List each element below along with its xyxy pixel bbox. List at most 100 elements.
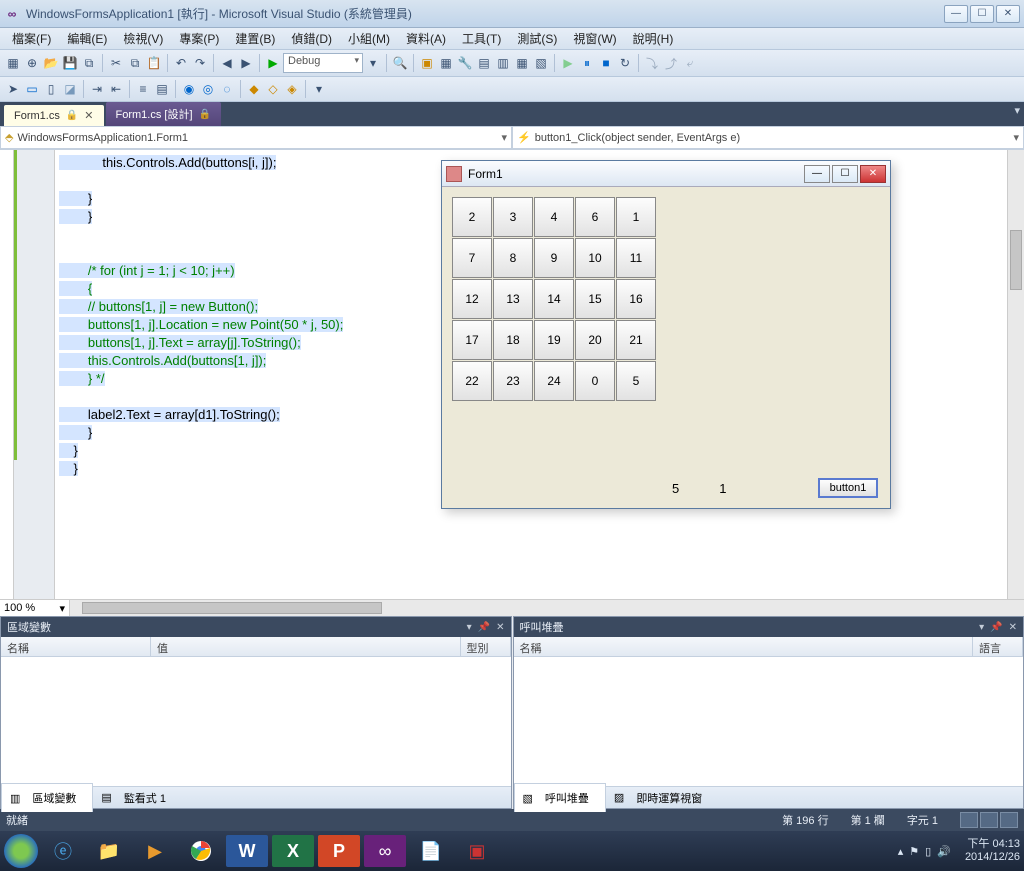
grid-button[interactable]: 18 — [493, 320, 533, 360]
close-icon[interactable]: ✕ — [84, 109, 93, 122]
minimize-button[interactable]: — — [944, 5, 968, 23]
menu-help[interactable]: 說明(H) — [625, 28, 682, 49]
taskbar-chrome[interactable] — [180, 835, 222, 867]
status-icon-3[interactable] — [1000, 812, 1018, 828]
system-tray[interactable]: ▴ ⚑ ▯ 🔊 下午 04:13 2014/12/26 — [898, 838, 1020, 864]
blue-icon-2[interactable]: ◎ — [199, 80, 217, 98]
config-dropdown[interactable]: Debug — [283, 53, 363, 73]
status-icon-1[interactable] — [960, 812, 978, 828]
pin-icon[interactable]: 📌 — [478, 622, 490, 633]
step-over-icon[interactable]: ⤴ — [662, 54, 680, 72]
solution-icon[interactable]: ▣ — [418, 54, 436, 72]
step-out-icon[interactable]: ⤶ — [681, 54, 699, 72]
form-maximize-button[interactable]: ☐ — [832, 165, 858, 183]
error-list-icon[interactable]: ▦ — [513, 54, 531, 72]
grid-button[interactable]: 8 — [493, 238, 533, 278]
tray-volume-icon[interactable]: 🔊 — [937, 845, 951, 858]
grid-button[interactable]: 4 — [534, 197, 574, 237]
new-project-icon[interactable]: ▦ — [4, 54, 22, 72]
taskbar-app[interactable]: ▣ — [456, 835, 498, 867]
open-icon[interactable]: 📂 — [42, 54, 60, 72]
tab-overflow[interactable]: ▾ — [1014, 104, 1020, 117]
maximize-button[interactable]: ☐ — [970, 5, 994, 23]
menu-view[interactable]: 檢視(V) — [115, 28, 171, 49]
button1[interactable]: button1 — [818, 478, 878, 498]
bookmark-icon[interactable]: ◪ — [61, 80, 79, 98]
taskbar-notepad[interactable]: 📄 — [410, 835, 452, 867]
col-type[interactable]: 型別 — [461, 637, 511, 656]
grid-button[interactable]: 5 — [616, 361, 656, 401]
menu-tools[interactable]: 工具(T) — [454, 28, 509, 49]
task-list-icon[interactable]: ▧ — [532, 54, 550, 72]
taskbar-word[interactable]: W — [226, 835, 268, 867]
output-icon[interactable]: ▥ — [494, 54, 512, 72]
tab-callstack[interactable]: ▧ 呼叫堆疊 — [514, 783, 606, 812]
grid-button[interactable]: 9 — [534, 238, 574, 278]
pin-icon[interactable]: 🔒 — [199, 109, 211, 120]
pointer-icon[interactable]: ➤ — [4, 80, 22, 98]
grid-button[interactable]: 1 — [616, 197, 656, 237]
class-dropdown[interactable]: ⬘ WindowsFormsApplication1.Form1 — [0, 126, 512, 149]
extra-icon[interactable]: ▾ — [310, 80, 328, 98]
grid-button[interactable]: 15 — [575, 279, 615, 319]
tray-network-icon[interactable]: ▯ — [925, 845, 931, 858]
taskbar-visualstudio[interactable]: ∞ — [364, 835, 406, 867]
grid-button[interactable]: 6 — [575, 197, 615, 237]
grid-button[interactable]: 23 — [493, 361, 533, 401]
tab-immediate[interactable]: ▨ 即時運算視窗 — [606, 784, 718, 812]
menu-team[interactable]: 小組(M) — [340, 28, 398, 49]
panel-body[interactable] — [514, 657, 1024, 786]
orange-icon-1[interactable]: ◆ — [245, 80, 263, 98]
method-dropdown[interactable]: ⚡ button1_Click(object sender, EventArgs… — [512, 126, 1024, 149]
copy-icon[interactable]: ⧉ — [126, 54, 144, 72]
comment-icon[interactable]: ▭ — [23, 80, 41, 98]
platform-icon[interactable]: ▾ — [364, 54, 382, 72]
grid-button[interactable]: 16 — [616, 279, 656, 319]
grid-button[interactable]: 11 — [616, 238, 656, 278]
taskbar-explorer[interactable]: 📁 — [88, 835, 130, 867]
grid-button[interactable]: 17 — [452, 320, 492, 360]
blue-icon-3[interactable]: ◌ — [218, 80, 236, 98]
panel-header[interactable]: 呼叫堆疊 ▾ 📌 ✕ — [514, 617, 1024, 637]
form-titlebar[interactable]: Form1 — ☐ ✕ — [442, 161, 890, 187]
grid-button[interactable]: 10 — [575, 238, 615, 278]
find-icon[interactable]: 🔍 — [391, 54, 409, 72]
taskbar-excel[interactable]: X — [272, 835, 314, 867]
menu-window[interactable]: 視窗(W) — [565, 28, 624, 49]
tray-flag-icon[interactable]: ⚑ — [909, 845, 919, 858]
col-value[interactable]: 值 — [151, 637, 461, 656]
taskbar-mediaplayer[interactable]: ▶ — [134, 835, 176, 867]
grid-button[interactable]: 2 — [452, 197, 492, 237]
orange-icon-3[interactable]: ◈ — [283, 80, 301, 98]
pin-icon[interactable]: 📌 — [990, 622, 1002, 633]
nav-back-icon[interactable]: ◀ — [218, 54, 236, 72]
restart-icon[interactable]: ↻ — [616, 54, 634, 72]
taskbar-clock[interactable]: 下午 04:13 2014/12/26 — [965, 838, 1020, 864]
stop-icon[interactable]: ■ — [597, 54, 615, 72]
blue-icon-1[interactable]: ◉ — [180, 80, 198, 98]
grid-button[interactable]: 0 — [575, 361, 615, 401]
grid-button[interactable]: 12 — [452, 279, 492, 319]
menu-build[interactable]: 建置(B) — [227, 28, 283, 49]
add-item-icon[interactable]: ⊕ — [23, 54, 41, 72]
taskbar-powerpoint[interactable]: P — [318, 835, 360, 867]
start-icon[interactable]: ▶ — [264, 54, 282, 72]
grid-button[interactable]: 13 — [493, 279, 533, 319]
menu-project[interactable]: 專案(P) — [171, 28, 227, 49]
menu-file[interactable]: 檔案(F) — [4, 28, 59, 49]
col-name[interactable]: 名稱 — [514, 637, 974, 656]
menu-test[interactable]: 測試(S) — [509, 28, 565, 49]
taskbar-ie[interactable]: ⓔ — [42, 835, 84, 867]
grid-button[interactable]: 19 — [534, 320, 574, 360]
grid-button[interactable]: 21 — [616, 320, 656, 360]
grid-button[interactable]: 7 — [452, 238, 492, 278]
dropdown-icon[interactable]: ▾ — [467, 622, 472, 633]
close-icon[interactable]: ✕ — [1009, 622, 1017, 633]
form-minimize-button[interactable]: — — [804, 165, 830, 183]
tab-form1-design[interactable]: Form1.cs [設計] 🔒 — [106, 102, 221, 126]
redo-icon[interactable]: ↷ — [191, 54, 209, 72]
close-icon[interactable]: ✕ — [496, 622, 504, 633]
save-all-icon[interactable]: ⧉ — [80, 54, 98, 72]
pin-icon[interactable]: 🔒 — [66, 110, 78, 121]
status-icon-2[interactable] — [980, 812, 998, 828]
